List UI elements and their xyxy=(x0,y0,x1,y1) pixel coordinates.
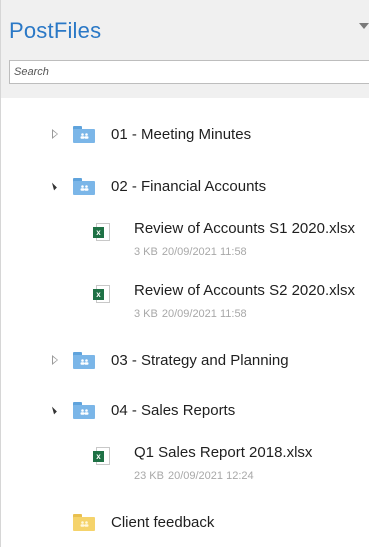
file-meta: 3 KB 20/09/2021 11:58 xyxy=(134,308,247,320)
excel-icon: x xyxy=(93,447,110,465)
tree-file-item[interactable]: x Q1 Sales Report 2018.xlsx 23 KB 20/09/2… xyxy=(1,440,369,486)
app-header: PostFiles xyxy=(0,0,369,98)
file-meta: 23 KB 20/09/2021 12:24 xyxy=(134,470,254,482)
excel-icon: x xyxy=(93,285,110,303)
expand-arrow-icon[interactable] xyxy=(49,128,61,140)
collapse-arrow-icon[interactable] xyxy=(47,404,59,416)
file-size: 3 KB xyxy=(134,246,158,258)
file-size: 23 KB xyxy=(134,470,164,482)
folder-name: 02 - Financial Accounts xyxy=(111,178,267,195)
shared-folder-icon xyxy=(73,352,95,369)
shared-folder-icon xyxy=(73,126,95,143)
tree-folder-client-feedback[interactable]: Client feedback xyxy=(1,508,369,536)
excel-icon: x xyxy=(93,223,110,241)
folder-name: Client feedback xyxy=(111,514,215,531)
tree-folder-financial-accounts[interactable]: 02 - Financial Accounts xyxy=(1,172,369,200)
tree-folder-sales-reports[interactable]: 04 - Sales Reports xyxy=(1,396,369,424)
tree-file-item[interactable]: x Review of Accounts S1 2020.xlsx 3 KB 20… xyxy=(1,216,369,262)
file-size: 3 KB xyxy=(134,308,158,320)
file-name: Q1 Sales Report 2018.xlsx xyxy=(134,444,313,461)
file-name: Review of Accounts S1 2020.xlsx xyxy=(134,220,355,237)
shared-folder-icon xyxy=(73,178,95,195)
file-tree: 01 - Meeting Minutes 02 - Financial Acco… xyxy=(0,98,369,547)
file-date: 20/09/2021 12:24 xyxy=(167,470,254,482)
folder-name: 03 - Strategy and Planning xyxy=(111,352,289,369)
file-date: 20/09/2021 11:58 xyxy=(161,308,247,320)
file-meta: 3 KB 20/09/2021 11:58 xyxy=(134,246,247,258)
file-name: Review of Accounts S2 2020.xlsx xyxy=(134,282,355,299)
expand-arrow-icon[interactable] xyxy=(49,354,61,366)
file-date: 20/09/2021 11:58 xyxy=(161,246,247,258)
folder-icon xyxy=(73,514,95,531)
app-title: PostFiles xyxy=(9,18,102,43)
search-input[interactable] xyxy=(9,60,369,84)
tree-file-item[interactable]: x Review of Accounts S2 2020.xlsx 3 KB 20… xyxy=(1,278,369,324)
folder-name: 04 - Sales Reports xyxy=(111,402,236,419)
tree-folder-meeting-minutes[interactable]: 01 - Meeting Minutes xyxy=(1,120,369,148)
tree-folder-strategy-planning[interactable]: 03 - Strategy and Planning xyxy=(1,346,369,374)
collapse-arrow-icon[interactable] xyxy=(47,180,59,192)
menu-caret-icon[interactable] xyxy=(359,23,369,29)
folder-name: 01 - Meeting Minutes xyxy=(111,126,252,143)
shared-folder-icon xyxy=(73,402,95,419)
